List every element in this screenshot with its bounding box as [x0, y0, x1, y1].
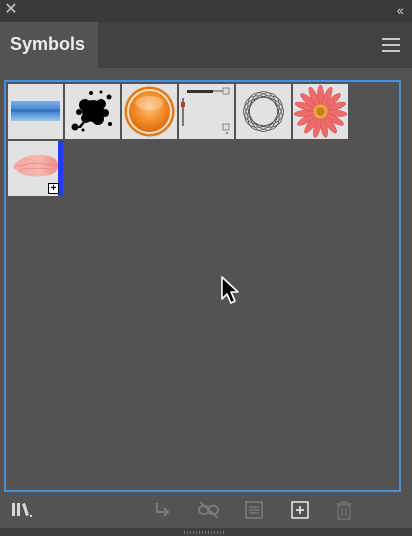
- new-symbol-badge: +: [48, 183, 59, 194]
- symbol-flower[interactable]: [293, 84, 348, 139]
- panel-title-bar: ✕ ‹‹: [0, 0, 412, 22]
- close-icon[interactable]: ✕: [3, 1, 19, 19]
- slider-ui-icon: [181, 87, 230, 134]
- libraries-icon: [12, 503, 32, 517]
- flower-icon: [293, 84, 348, 138]
- tab-bar: Symbols: [0, 22, 412, 68]
- tab-symbols[interactable]: Symbols: [0, 22, 98, 68]
- symbols-toolbar: [0, 494, 412, 528]
- orange-button-icon: [124, 86, 175, 137]
- delete-symbol-button[interactable]: [332, 498, 356, 522]
- symbols-panel[interactable]: +: [4, 80, 401, 492]
- blue-banner-icon: [11, 101, 60, 121]
- symbol-orange-button[interactable]: [122, 84, 177, 139]
- symbol-libraries-button[interactable]: [10, 498, 34, 522]
- new-symbol-icon: [291, 501, 309, 519]
- symbol-petal[interactable]: +: [8, 141, 63, 196]
- collapse-panels-icon[interactable]: ‹‹: [397, 1, 404, 19]
- break-link-icon: [198, 501, 219, 519]
- wire-ring-icon: [243, 91, 284, 132]
- symbol-blue-banner[interactable]: [8, 84, 63, 139]
- new-symbol-button[interactable]: [288, 498, 312, 522]
- place-symbol-instance-button[interactable]: [150, 498, 174, 522]
- symbol-options-icon: [245, 501, 263, 519]
- hamburger-menu-icon[interactable]: [382, 38, 400, 52]
- trash-icon: [337, 501, 351, 520]
- break-link-button[interactable]: [196, 498, 220, 522]
- resize-grip-handle[interactable]: [184, 531, 224, 534]
- symbol-slider-ui[interactable]: [179, 84, 234, 139]
- place-instance-icon: [155, 503, 170, 517]
- symbol-ink-splat[interactable]: [65, 84, 120, 139]
- symbol-options-button[interactable]: [242, 498, 266, 522]
- symbol-wire-ring[interactable]: [236, 84, 291, 139]
- mouse-cursor-icon: [220, 275, 242, 310]
- ink-splat-icon: [71, 90, 112, 132]
